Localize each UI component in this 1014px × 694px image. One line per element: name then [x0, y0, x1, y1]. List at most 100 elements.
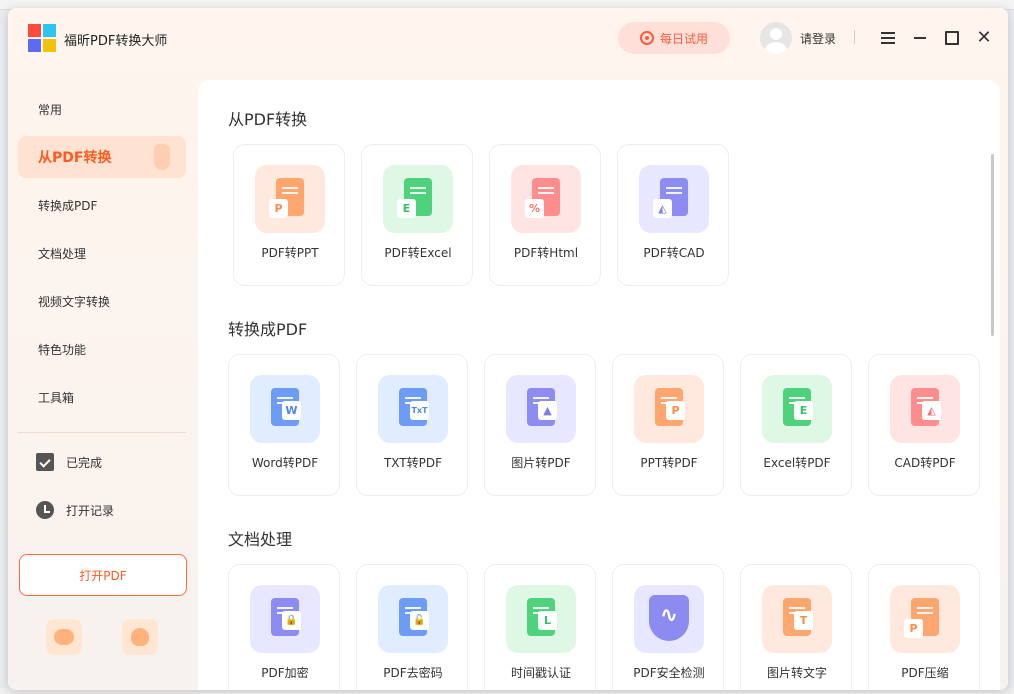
card-cad-to-pdf[interactable]: ◭ CAD转PDF [868, 354, 980, 496]
completed-link[interactable]: 已完成 [36, 452, 102, 472]
pointer-hand-icon [154, 144, 170, 170]
ppt-icon: P [666, 401, 685, 420]
card-label: Excel转PDF [763, 456, 831, 470]
sidebar-item-to-pdf[interactable]: 转换成PDF [18, 184, 186, 226]
tile: ◭ [890, 375, 960, 443]
card-label: PDF安全检测 [633, 666, 705, 680]
html-icon: % [525, 199, 544, 218]
card-word-to-pdf[interactable]: W Word转PDF [228, 354, 340, 496]
menu-button[interactable] [876, 26, 900, 50]
sidebar-item-video-text[interactable]: 视频文字转换 [18, 280, 186, 322]
tile: TxT [378, 375, 448, 443]
card-pdf-remove-password[interactable]: 🔓 PDF去密码 [356, 564, 468, 690]
card-pdf-to-html[interactable]: % PDF转Html [489, 144, 601, 286]
sidebar-item-features[interactable]: 特色功能 [18, 328, 186, 370]
sidebar-item-label: 从PDF转换 [38, 150, 112, 166]
clock-icon [36, 501, 54, 519]
card-pdf-to-cad[interactable]: ◭ PDF转CAD [617, 144, 729, 286]
daily-trial-button[interactable]: 每日试用 [618, 22, 730, 54]
hamburger-icon [881, 32, 895, 44]
card-excel-to-pdf[interactable]: E Excel转PDF [740, 354, 852, 496]
lock-icon: 🔒 [282, 611, 301, 630]
sidebar-item-common[interactable]: 常用 [18, 88, 186, 130]
tile: P [890, 585, 960, 653]
login-link[interactable]: 请登录 [800, 30, 836, 47]
card-label: TXT转PDF [383, 456, 443, 470]
word-icon: W [282, 401, 301, 420]
compress-icon: P [904, 619, 923, 638]
tile: P [255, 165, 325, 233]
minimize-button[interactable] [908, 26, 932, 50]
card-label: PDF去密码 [383, 666, 443, 680]
clipboard-check-icon [36, 453, 54, 471]
card-image-to-pdf[interactable]: ▲ 图片转PDF [484, 354, 596, 496]
excel-icon: E [397, 199, 416, 218]
app-logo-icon [28, 24, 56, 52]
tile: 🔓 [378, 585, 448, 653]
card-timestamp[interactable]: L 时间戳认证 [484, 564, 596, 690]
excel-icon: E [794, 401, 813, 420]
title-bar: 福昕PDF转换大师 每日试用 请登录 ✕ [8, 8, 1008, 68]
tile: E [383, 165, 453, 233]
tile: % [511, 165, 581, 233]
customer-service-icon[interactable] [122, 619, 158, 655]
cad-icon: ◭ [922, 401, 941, 420]
close-button[interactable]: ✕ [972, 26, 996, 50]
tile: ▲ [506, 375, 576, 443]
main-content: 从PDF转换 P PDF转PPT E PDF转Excel % PDF转Html [198, 80, 1000, 690]
tile: P [634, 375, 704, 443]
card-pdf-compress[interactable]: P PDF压缩 [868, 564, 980, 690]
tile: T [762, 585, 832, 653]
card-label: PDF转Html [513, 246, 579, 260]
title-divider [854, 30, 855, 44]
unlock-icon: 🔓 [410, 611, 429, 630]
card-label: CAD转PDF [894, 456, 956, 470]
card-label: 时间戳认证 [510, 666, 571, 680]
tile: L [506, 585, 576, 653]
sidebar-item-document-processing[interactable]: 文档处理 [18, 232, 186, 274]
card-label: PDF转PPT [261, 246, 319, 260]
app-title: 福昕PDF转换大师 [64, 34, 168, 49]
text-icon: T [794, 611, 813, 630]
completed-label: 已完成 [66, 455, 103, 470]
chat-support-icon[interactable] [46, 619, 82, 655]
card-image-to-text[interactable]: T 图片转文字 [740, 564, 852, 690]
tile: W [250, 375, 320, 443]
sidebar-item-from-pdf[interactable]: 从PDF转换 [18, 136, 186, 178]
card-pdf-to-ppt[interactable]: P PDF转PPT [233, 144, 345, 286]
app-window: 福昕PDF转换大师 每日试用 请登录 ✕ 常用 从PDF转换 转换成PDF 文档… [8, 8, 1008, 690]
maximize-button[interactable] [940, 26, 964, 50]
txt-icon: TxT [410, 401, 429, 420]
daily-trial-label: 每日试用 [659, 31, 708, 46]
sidebar: 常用 从PDF转换 转换成PDF 文档处理 视频文字转换 特色功能 工具箱 已完… [8, 68, 198, 690]
cad-icon: ◭ [653, 199, 672, 218]
card-pdf-encrypt[interactable]: 🔒 PDF加密 [228, 564, 340, 690]
card-txt-to-pdf[interactable]: TxT TXT转PDF [356, 354, 468, 496]
section-title-from-pdf: 从PDF转换 [228, 110, 308, 129]
sidebar-item-toolbox[interactable]: 工具箱 [18, 376, 186, 418]
image-icon: ▲ [538, 401, 557, 420]
card-label: PPT转PDF [640, 456, 698, 470]
target-icon [639, 31, 654, 45]
card-label: 图片转PDF [511, 456, 571, 470]
open-pdf-button[interactable]: 打开PDF [19, 554, 187, 596]
tile: E [762, 375, 832, 443]
card-pdf-security-check[interactable]: PDF安全检测 [612, 564, 724, 690]
card-label: Word转PDF [251, 456, 319, 470]
history-label: 打开记录 [66, 503, 115, 518]
history-link[interactable]: 打开记录 [36, 500, 114, 520]
sidebar-divider [18, 432, 186, 433]
scrollbar[interactable] [991, 154, 994, 336]
avatar[interactable] [760, 22, 792, 54]
shield-icon [649, 595, 689, 641]
card-label: PDF转CAD [643, 246, 705, 260]
section-title-to-pdf: 转换成PDF [228, 320, 308, 339]
card-pdf-to-excel[interactable]: E PDF转Excel [361, 144, 473, 286]
card-label: PDF压缩 [901, 666, 949, 680]
timestamp-icon: L [538, 611, 557, 630]
tile: ◭ [639, 165, 709, 233]
ppt-icon: P [269, 199, 288, 218]
card-ppt-to-pdf[interactable]: P PPT转PDF [612, 354, 724, 496]
tile [634, 585, 704, 653]
card-label: 图片转文字 [766, 666, 827, 680]
